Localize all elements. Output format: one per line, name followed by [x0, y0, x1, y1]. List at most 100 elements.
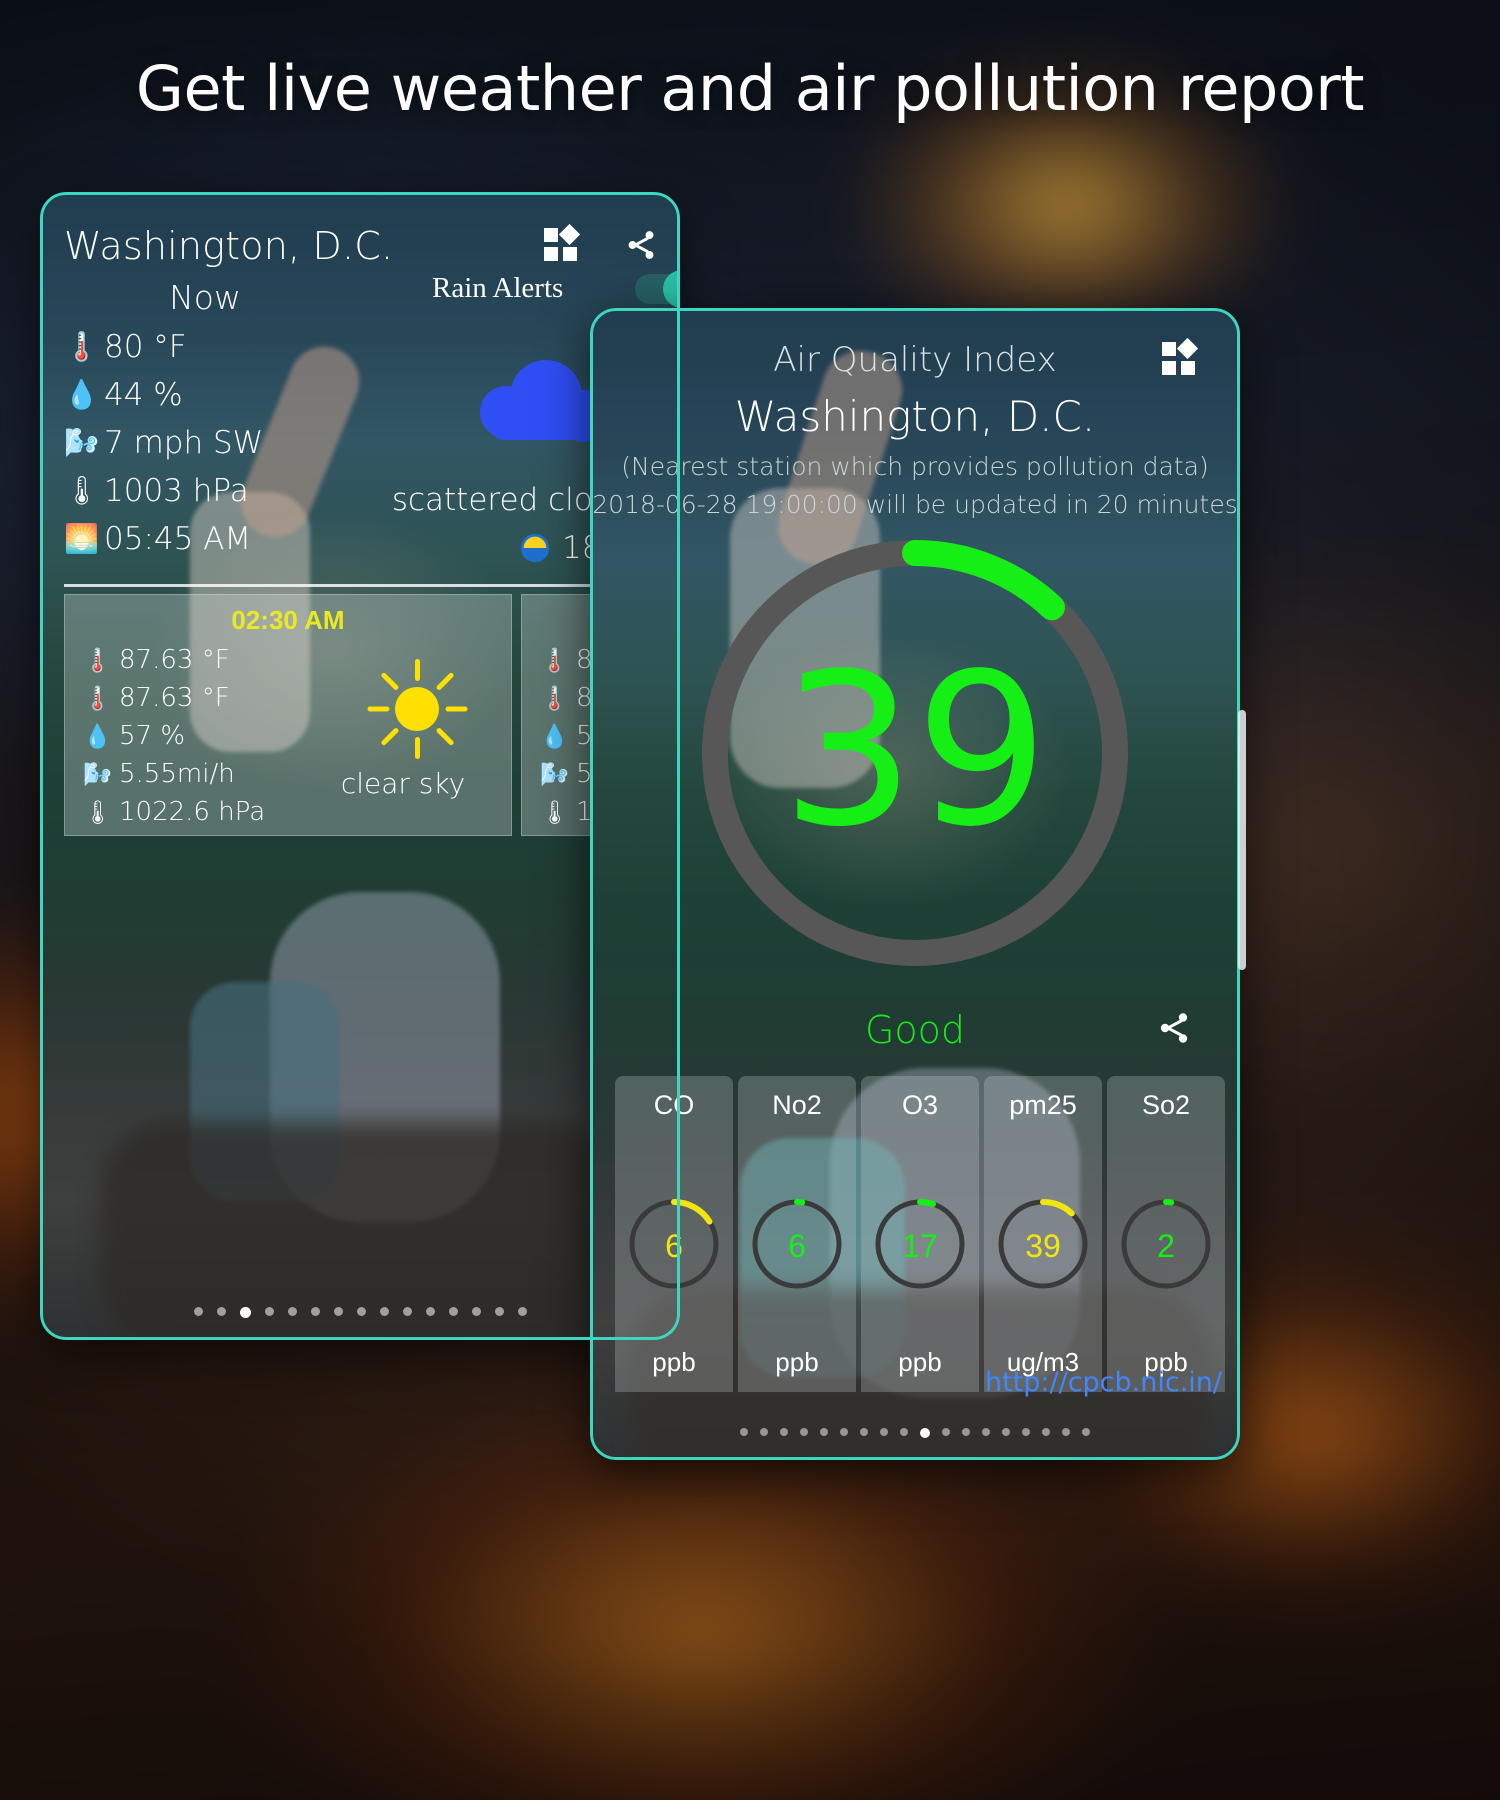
- page-dot[interactable]: [740, 1428, 748, 1436]
- aqi-status: Good: [864, 1008, 966, 1052]
- weather-page-dots[interactable]: [40, 1307, 680, 1318]
- hourly-metric-row: 🌬️ 5.55mi/h: [83, 755, 265, 793]
- page-dot[interactable]: [820, 1428, 828, 1436]
- wind-icon: 🌬️: [540, 760, 569, 787]
- page-dot[interactable]: [800, 1428, 808, 1436]
- pollutant-value: 39: [1025, 1228, 1061, 1264]
- hourly-forecast-row[interactable]: 02:30 AM 🌡️ 87.63 °F 🌡️ 87.63 °F 💧 57 % 🌬️ 5.55m…: [64, 594, 680, 836]
- pollutant-name: So2: [1141, 1090, 1191, 1120]
- pollutant-name: CO: [653, 1090, 695, 1120]
- pollutant-unit: ppb: [652, 1347, 696, 1377]
- pressure-icon: 🌡: [64, 475, 100, 506]
- page-dot[interactable]: [425, 1307, 435, 1316]
- aqi-station-note: (Nearest station which provides pollutio…: [621, 452, 1209, 481]
- aqi-gauge: 39: [680, 518, 1150, 988]
- page-dot[interactable]: [760, 1428, 768, 1436]
- page-dot[interactable]: [780, 1428, 788, 1436]
- hourly-metric-row: 🌡️ 87.63 °F: [83, 641, 265, 679]
- page-dot[interactable]: [216, 1307, 226, 1316]
- metric-row: 🌡️ 80 °F: [64, 324, 263, 370]
- page-dot[interactable]: [900, 1428, 908, 1436]
- page-dot[interactable]: [310, 1307, 320, 1316]
- pollutant-name: O3: [901, 1090, 939, 1120]
- page-dot[interactable]: [287, 1307, 297, 1316]
- section-divider: [64, 584, 656, 587]
- aqi-value: 39: [781, 628, 1049, 873]
- page-dot[interactable]: [1042, 1428, 1050, 1436]
- pollutant-card[interactable]: No2 6 ppb: [738, 1076, 856, 1392]
- page-dot[interactable]: [494, 1307, 504, 1316]
- aqi-title: Air Quality Index: [773, 340, 1057, 380]
- pressure-icon: 🌡: [83, 798, 113, 825]
- aqi-page-dots[interactable]: [590, 1428, 1240, 1438]
- pollutant-value: 2: [1157, 1228, 1175, 1264]
- thermometer-icon: 🌡️: [64, 331, 99, 362]
- page-dot[interactable]: [356, 1307, 366, 1316]
- source-url-link[interactable]: http://cpcb.nic.in/: [985, 1367, 1222, 1398]
- humidity-icon: 💧: [83, 722, 112, 749]
- wind-icon: 🌬️: [83, 760, 112, 787]
- pollutant-name: No2: [772, 1090, 822, 1120]
- page-dot[interactable]: [1082, 1428, 1090, 1436]
- pollutant-name: pm25: [1009, 1090, 1077, 1120]
- page-dot[interactable]: [402, 1307, 412, 1316]
- now-label: Now: [169, 278, 241, 317]
- metric-row: 💧 44 %: [64, 372, 263, 418]
- pollutant-value: 17: [902, 1228, 938, 1264]
- hourly-weather-icon: [367, 659, 468, 759]
- thermometer-hot-icon: 🌡️: [83, 646, 112, 673]
- pollutant-unit: ppb: [775, 1347, 819, 1377]
- weather-phone: Washington, D.C. Now Rain Alerts 🌡️ 80 °F…: [40, 192, 680, 1340]
- hourly-time: 02:30 AM: [231, 605, 345, 635]
- pollutant-value: 6: [788, 1228, 806, 1264]
- page-dot[interactable]: [1002, 1428, 1010, 1436]
- aqi-phone: Air Quality Index Washington, D.C. (Near…: [590, 308, 1240, 1460]
- pollutant-cards: CO 6 ppb No2 6 ppb O3 17 ppb pm25 39 ug/m3 So2 2 ppb: [615, 1076, 1225, 1392]
- page-dot[interactable]: [379, 1307, 389, 1316]
- rain-alerts-toggle[interactable]: [635, 270, 680, 308]
- hourly-metric-value: 5.55mi/h: [119, 759, 235, 789]
- metric-value: 80 °F: [104, 329, 187, 365]
- hourly-desc: clear sky: [340, 767, 466, 800]
- page-dot[interactable]: [1022, 1428, 1030, 1436]
- pollutant-card[interactable]: pm25 39 ug/m3: [984, 1076, 1102, 1392]
- pollutant-unit: ppb: [898, 1347, 942, 1377]
- thermometer-hot-icon: 🌡️: [540, 646, 569, 673]
- share-icon[interactable]: [624, 228, 658, 262]
- page-dot[interactable]: [448, 1307, 458, 1316]
- pollutant-card[interactable]: O3 17 ppb: [861, 1076, 979, 1392]
- weather-city: Washington, D.C.: [64, 224, 394, 268]
- wind-icon: 🌬️: [64, 427, 99, 458]
- hourly-metric-row: 💧 57 %: [83, 717, 265, 755]
- hourly-card[interactable]: 02:30 AM 🌡️ 87.63 °F 🌡️ 87.63 °F 💧 57 % 🌬️ 5.55m…: [64, 594, 512, 836]
- metric-row: 🌅 05:45 AM: [64, 516, 263, 562]
- page-dot[interactable]: [1062, 1428, 1070, 1436]
- hourly-metric-value: 87.63 °F: [119, 645, 230, 675]
- dashboard-icon[interactable]: [1162, 337, 1199, 376]
- pollutant-card[interactable]: So2 2 ppb: [1107, 1076, 1225, 1392]
- page-dot[interactable]: [239, 1307, 251, 1318]
- page-dot[interactable]: [942, 1428, 950, 1436]
- page-dot[interactable]: [517, 1307, 527, 1316]
- page-dot[interactable]: [264, 1307, 274, 1316]
- page-dot[interactable]: [920, 1428, 930, 1438]
- page-dot[interactable]: [860, 1428, 868, 1436]
- sunset-icon: [520, 533, 550, 563]
- page-dot[interactable]: [333, 1307, 343, 1316]
- humidity-icon: 💧: [64, 379, 99, 410]
- page-dot[interactable]: [193, 1307, 203, 1316]
- dashboard-icon[interactable]: [544, 223, 581, 262]
- hourly-metric-row: 🌡️ 87.63 °F: [83, 679, 265, 717]
- page-dot[interactable]: [962, 1428, 970, 1436]
- page-dot[interactable]: [880, 1428, 888, 1436]
- metric-row: 🌬️ 7 mph SW: [64, 420, 263, 466]
- page-dot[interactable]: [982, 1428, 990, 1436]
- scrollbar[interactable]: [1238, 710, 1246, 970]
- humidity-icon: 💧: [540, 722, 569, 749]
- pollutant-card[interactable]: CO 6 ppb: [615, 1076, 733, 1392]
- page-dot[interactable]: [471, 1307, 481, 1316]
- page-dot[interactable]: [840, 1428, 848, 1436]
- hourly-metric-row: 🌡 1022.6 hPa: [83, 793, 265, 831]
- share-icon[interactable]: [1156, 1010, 1192, 1046]
- metric-value: 05:45 AM: [104, 521, 252, 557]
